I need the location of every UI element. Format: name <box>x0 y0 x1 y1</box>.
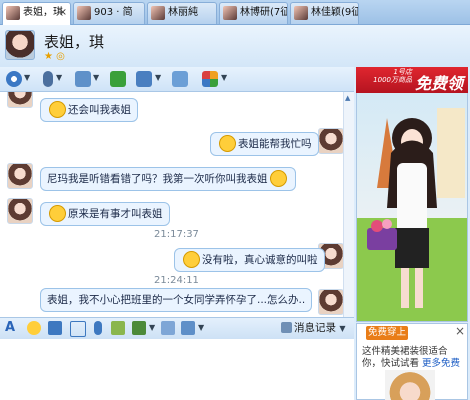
avatar <box>318 128 344 154</box>
ad-illustration <box>357 108 467 321</box>
ad-headline: 免费领 <box>415 74 464 93</box>
screenshot-icon[interactable] <box>161 321 175 335</box>
message-bubble-right: 没有啦，真心诚意的叫啦 <box>174 248 325 272</box>
message-text: 原来是有事才叫表姐 <box>68 208 163 220</box>
tab-avatar <box>151 6 165 20</box>
tab-avatar <box>77 6 91 20</box>
chevron-down-icon[interactable]: ▼ <box>93 73 99 82</box>
message-text: 尼玛我是听错看错了吗？我第一次听你叫我表姐 <box>47 173 268 185</box>
chevron-down-icon[interactable]: ▼ <box>221 73 227 82</box>
add-app-icon[interactable] <box>110 71 126 87</box>
tab-label: 903 · 简 <box>94 7 133 18</box>
ad-title: 免费穿上 <box>366 326 408 340</box>
message-bubble-left: 还会叫我表姐 <box>40 98 138 122</box>
crying-emoji-icon <box>49 100 66 118</box>
tab-avatar <box>6 6 20 20</box>
status-icons: ★ ◎ <box>44 51 65 62</box>
close-icon[interactable]: × <box>59 3 67 23</box>
message-text: 表姐，我不小心把班里的一个女同学弄怀孕了...怎么办.. <box>47 294 306 306</box>
tab-conversation-3[interactable]: 林丽純 <box>147 2 217 24</box>
tab-conversation-5[interactable]: 林佳颖(9征 <box>290 2 359 24</box>
gift-icon[interactable] <box>181 321 195 335</box>
smile-emoji-icon <box>183 250 200 268</box>
tab-label: 林博研(7征 <box>240 7 288 18</box>
chat-toolbar: ▼ ▼ ▼ ▼ ▼ <box>0 67 354 92</box>
remote-desktop-icon[interactable] <box>136 71 152 87</box>
chevron-down-icon[interactable]: ▼ <box>149 323 155 332</box>
shocked-emoji-icon <box>49 204 66 222</box>
chevron-down-icon[interactable]: ▼ <box>155 73 161 82</box>
timestamp: 21:17:37 <box>154 229 199 240</box>
chat-scrollbar[interactable]: ▲ <box>343 92 354 317</box>
emoji-icon[interactable] <box>27 321 41 335</box>
message-bubble-right: 表姐能帮我忙吗 <box>210 132 319 156</box>
file-transfer-icon[interactable] <box>75 71 91 87</box>
message-input[interactable] <box>0 339 354 400</box>
ad-more-link[interactable]: 更多免费 <box>422 358 460 369</box>
avatar <box>7 92 33 108</box>
doodle-icon[interactable] <box>111 321 125 335</box>
chevron-down-icon[interactable]: ▼ <box>24 73 30 82</box>
sweat-emoji-icon <box>219 134 236 152</box>
ad-panel-top[interactable] <box>356 67 468 322</box>
effects-icon[interactable] <box>48 321 62 335</box>
tab-conversation-2[interactable]: 903 · 简 <box>73 2 145 24</box>
ad-text: 你，快试试看 <box>362 358 420 369</box>
message-bubble-left: 原来是有事才叫表姐 <box>40 202 170 226</box>
shake-icon[interactable] <box>70 321 86 337</box>
tab-label: 林丽純 <box>168 7 198 18</box>
close-icon[interactable]: × <box>455 324 465 338</box>
message-record-button[interactable]: 消息记录 ▼ <box>294 320 346 335</box>
chat-history[interactable]: 还会叫我表姐 表姐能帮我忙吗 尼玛我是听错看错了吗？我第一次听你叫我表姐 原来是… <box>0 92 354 317</box>
chevron-down-icon[interactable]: ▼ <box>198 323 204 332</box>
apps-grid-icon[interactable] <box>202 71 218 87</box>
message-text: 没有啦，真心诚意的叫啦 <box>202 254 318 266</box>
contact-name: 表姐，琪 <box>44 33 105 51</box>
message-bubble-right: 表姐，我不小心把班里的一个女同学弄怀孕了...怎么办.. <box>40 288 312 312</box>
image-icon[interactable] <box>132 321 146 335</box>
voice-message-icon[interactable] <box>94 321 102 335</box>
avatar[interactable] <box>5 30 35 60</box>
ad-store-name: 1号店 <box>393 68 412 76</box>
video-call-icon[interactable] <box>6 71 22 87</box>
chevron-down-icon[interactable]: ▼ <box>339 324 345 333</box>
conversation-tab-bar: 表姐，琪 × 903 · 简 林丽純 林博研(7征 林佳颖(9征 <box>0 0 470 25</box>
avatar <box>7 163 33 189</box>
screen-share-icon[interactable] <box>172 71 188 87</box>
message-text: 还会叫我表姐 <box>68 104 131 116</box>
ad-photo <box>385 370 435 400</box>
tab-label: 林佳颖(9征 <box>311 7 359 18</box>
ad-store-tagline: 1000万商品 <box>373 76 412 84</box>
crying-emoji-icon <box>269 169 287 187</box>
tab-conversation-1[interactable]: 表姐，琪 × <box>2 2 71 25</box>
microphone-icon[interactable] <box>43 71 53 87</box>
tab-avatar <box>294 6 308 20</box>
history-icon <box>281 322 292 333</box>
font-icon[interactable]: A <box>5 321 19 335</box>
timestamp: 21:24:11 <box>154 275 199 286</box>
avatar <box>318 289 344 315</box>
message-text: 表姐能帮我忙吗 <box>238 138 312 150</box>
tab-conversation-4[interactable]: 林博研(7征 <box>219 2 288 24</box>
scroll-up-icon[interactable]: ▲ <box>345 94 353 102</box>
ad-store-text: 1号店 1000万商品 <box>360 68 412 84</box>
chevron-down-icon[interactable]: ▼ <box>56 73 62 82</box>
tab-label: 表姐，琪 <box>23 7 63 18</box>
ad-text-line: 你，快试试看 更多免费 <box>362 355 460 369</box>
message-bubble-left: 尼玛我是听错看错了吗？我第一次听你叫我表姐 <box>40 167 296 191</box>
message-record-label: 消息记录 <box>294 322 336 334</box>
avatar <box>7 198 33 224</box>
tab-avatar <box>223 6 237 20</box>
